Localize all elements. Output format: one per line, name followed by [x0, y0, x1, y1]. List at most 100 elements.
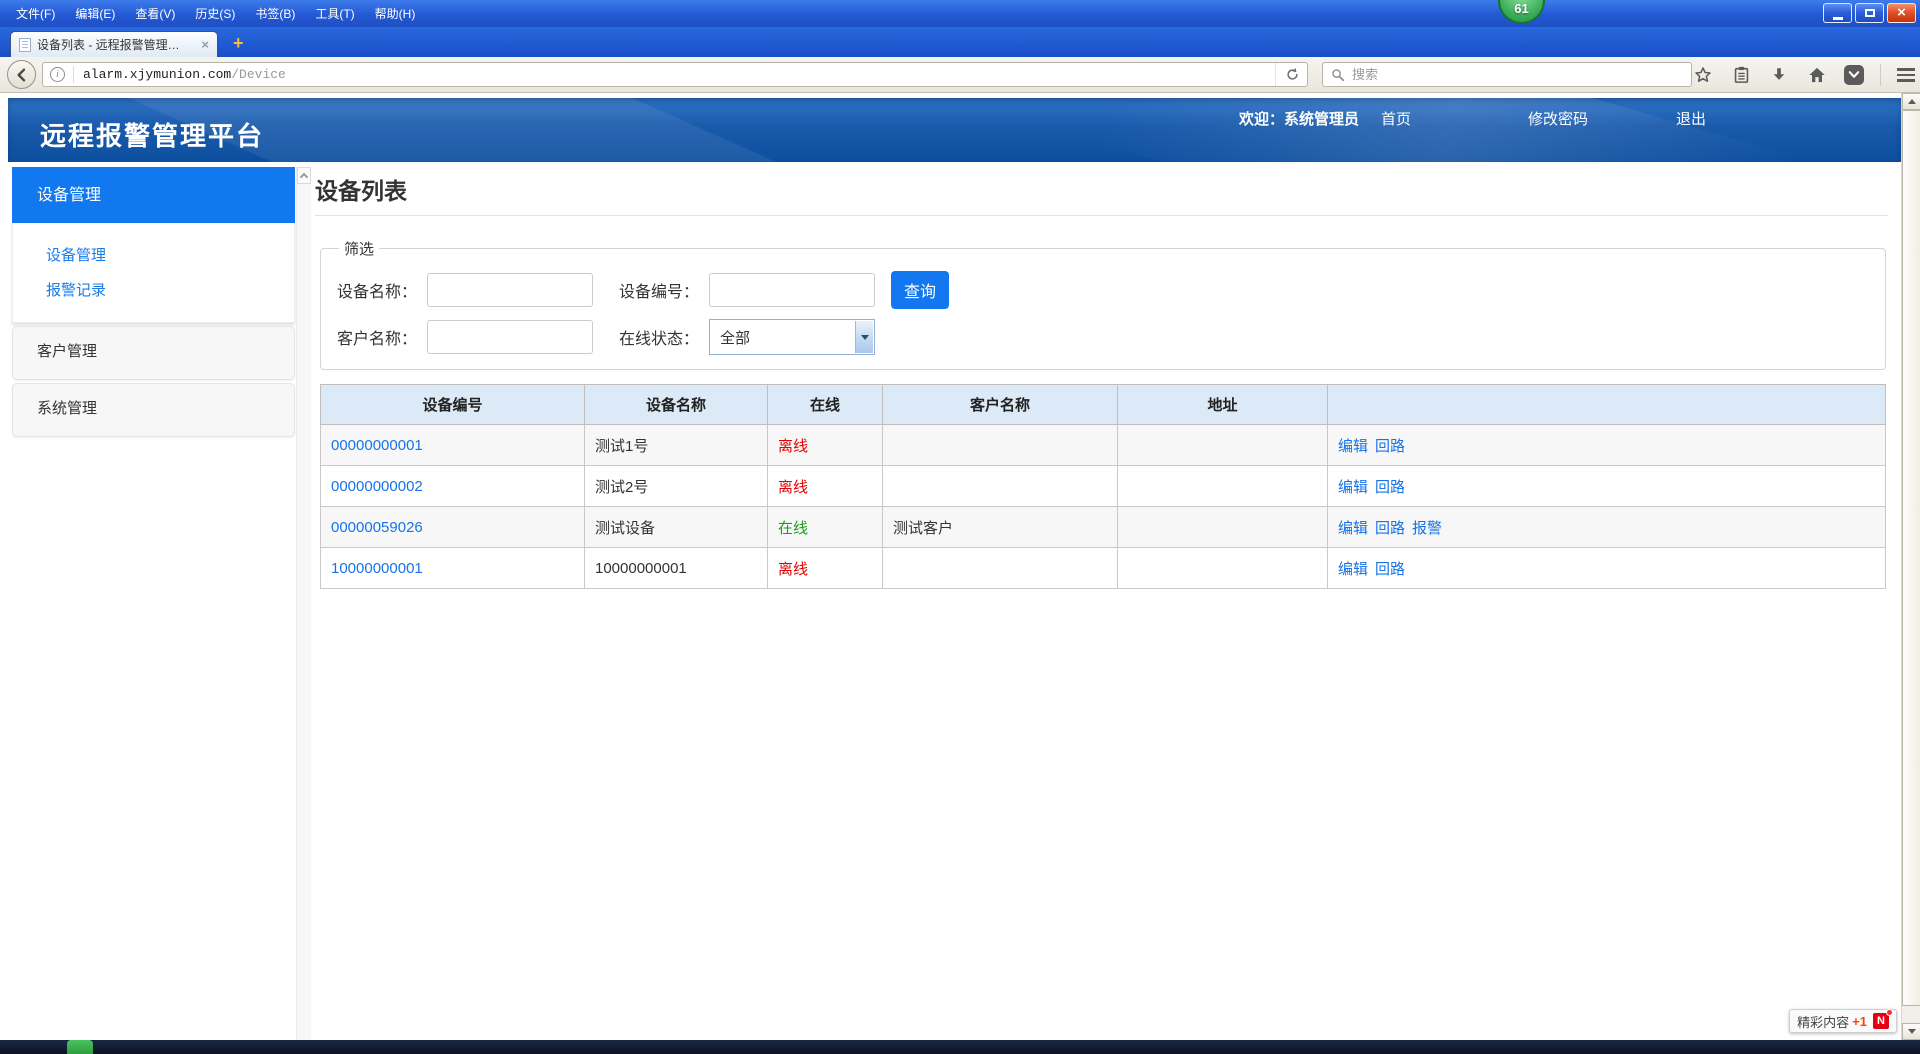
column-header: 设备编号	[321, 385, 585, 425]
status-cell: 在线	[768, 507, 883, 548]
device-name-cell: 10000000001	[585, 548, 768, 589]
refresh-button[interactable]	[1275, 63, 1300, 86]
query-button[interactable]: 查询	[891, 271, 949, 309]
tab-close-icon[interactable]: ×	[201, 38, 209, 51]
online-status-select[interactable]: 全部	[709, 319, 875, 355]
assistant-ball-badge[interactable]: 61	[1498, 0, 1545, 24]
actions-cell: 编辑回路报警	[1328, 507, 1886, 548]
device-id-link[interactable]: 00000000001	[331, 437, 423, 454]
sidebar-group-system-management[interactable]: 系统管理	[12, 383, 295, 437]
action-link[interactable]: 回路	[1375, 520, 1405, 537]
nav-change-password-link[interactable]: 修改密码	[1528, 108, 1588, 129]
action-link[interactable]: 编辑	[1338, 520, 1368, 537]
customer-name-input[interactable]	[427, 320, 593, 354]
table-row: 00000059026测试设备在线测试客户编辑回路报警	[321, 507, 1886, 548]
bookmarks-menu-icon[interactable]	[1730, 63, 1752, 87]
new-tab-button[interactable]: +	[233, 34, 244, 52]
address-cell	[1118, 507, 1328, 548]
action-link[interactable]: 编辑	[1338, 561, 1368, 578]
bookmark-star-icon[interactable]	[1692, 63, 1714, 87]
notification-toast[interactable]: 精彩内容 +1 N	[1789, 1009, 1897, 1033]
taskbar-sliver	[0, 1040, 1920, 1054]
select-dropdown-button[interactable]	[855, 321, 873, 353]
device-name-input[interactable]	[427, 273, 593, 307]
status-badge: 离线	[778, 561, 808, 578]
home-icon[interactable]	[1806, 63, 1828, 87]
news-app-icon[interactable]: N	[1873, 1013, 1889, 1029]
chevron-up-icon	[300, 173, 308, 181]
table-row: 00000000001测试1号离线编辑回路	[321, 425, 1886, 466]
minimize-icon	[1833, 17, 1843, 20]
close-icon: ×	[1897, 5, 1906, 20]
device-id-link[interactable]: 00000000002	[331, 478, 423, 495]
action-link[interactable]: 回路	[1375, 561, 1405, 578]
sidebar: 设备管理 设备管理 报警记录 客户管理 系统管理	[12, 167, 295, 437]
device-id-cell: 00000059026	[321, 507, 585, 548]
device-name-label: 设备名称：	[337, 278, 427, 302]
device-id-link[interactable]: 10000000001	[331, 560, 423, 577]
toast-plus-badge: +1	[1852, 1014, 1867, 1029]
triangle-up-icon	[1908, 99, 1916, 104]
action-link[interactable]: 回路	[1375, 479, 1405, 496]
column-header	[1328, 385, 1886, 425]
action-link[interactable]: 报警	[1412, 520, 1442, 537]
window-controls: ×	[1823, 3, 1916, 23]
menu-hamburger-icon[interactable]	[1897, 68, 1915, 82]
online-status-value: 全部	[720, 327, 750, 348]
site-info-icon[interactable]: i	[50, 67, 65, 82]
sidebar-item-device-management[interactable]: 设备管理	[46, 244, 294, 265]
device-table-body: 00000000001测试1号离线编辑回路 00000000002 测试2号离线 编辑…	[321, 425, 1886, 589]
content-scrollbar[interactable]	[296, 167, 311, 1040]
device-name-cell: 测试2号	[585, 466, 768, 507]
toast-text: 精彩内容	[1797, 1012, 1849, 1031]
search-box[interactable]	[1322, 62, 1692, 87]
url-bar[interactable]: i alarm.xjymunion.com /Device	[42, 62, 1308, 87]
address-cell	[1118, 548, 1328, 589]
action-link[interactable]: 回路	[1375, 438, 1405, 455]
screen: 文件(F) 编辑(E) 查看(V) 历史(S) 书签(B) 工具(T) 帮助(H…	[0, 0, 1920, 1054]
back-button[interactable]	[7, 60, 36, 89]
notification-dot	[1886, 1009, 1893, 1016]
browser-menubar: 文件(F) 编辑(E) 查看(V) 历史(S) 书签(B) 工具(T) 帮助(H…	[6, 0, 425, 27]
column-header: 地址	[1118, 385, 1328, 425]
tab-strip: 设备列表 - 远程报警管理… × +	[0, 27, 1920, 57]
nav-home-link[interactable]: 首页	[1381, 108, 1411, 129]
device-id-cell: 00000000002	[321, 466, 585, 507]
scrollbar-down-button[interactable]	[1902, 1023, 1920, 1040]
menu-item-tools[interactable]: 工具(T)	[305, 2, 364, 25]
action-link[interactable]: 编辑	[1338, 438, 1368, 455]
device-id-link[interactable]: 00000059026	[331, 519, 423, 536]
customer-name-cell	[883, 466, 1118, 507]
device-id-cell: 00000000001	[321, 425, 585, 466]
menu-item-bookmarks[interactable]: 书签(B)	[245, 2, 305, 25]
action-link[interactable]: 编辑	[1338, 479, 1368, 496]
downloads-icon[interactable]	[1768, 63, 1790, 87]
customer-name-cell	[883, 425, 1118, 466]
start-button-sliver[interactable]	[67, 1040, 93, 1054]
sidebar-group-device-management[interactable]: 设备管理	[12, 167, 295, 223]
sidebar-group-customer-management[interactable]: 客户管理	[12, 326, 295, 380]
sidebar-item-alarm-records[interactable]: 报警记录	[46, 279, 294, 300]
search-input[interactable]	[1352, 67, 1683, 82]
menu-item-history[interactable]: 历史(S)	[185, 2, 245, 25]
nav-logout-link[interactable]: 退出	[1676, 108, 1706, 129]
menu-item-help[interactable]: 帮助(H)	[365, 2, 426, 25]
minimize-button[interactable]	[1823, 3, 1852, 23]
refresh-icon	[1285, 67, 1300, 82]
restore-button[interactable]	[1855, 3, 1884, 23]
device-id-input[interactable]	[709, 273, 875, 307]
device-id-label: 设备编号：	[619, 278, 709, 302]
browser-scrollbar[interactable]	[1901, 93, 1920, 1040]
scrollbar-up-button[interactable]	[1902, 93, 1920, 110]
content-scrollbar-up-button[interactable]	[297, 167, 311, 184]
menu-item-view[interactable]: 查看(V)	[125, 2, 185, 25]
close-button[interactable]: ×	[1887, 3, 1916, 23]
url-path: /Device	[231, 67, 286, 82]
pocket-icon[interactable]	[1844, 65, 1864, 85]
menu-item-edit[interactable]: 编辑(E)	[65, 2, 125, 25]
title-divider	[315, 215, 1888, 216]
browser-tab[interactable]: 设备列表 - 远程报警管理… ×	[10, 31, 218, 57]
menu-item-file[interactable]: 文件(F)	[6, 2, 65, 25]
url-host: alarm.xjymunion.com	[83, 67, 231, 82]
scrollbar-thumb[interactable]	[1902, 110, 1920, 1006]
